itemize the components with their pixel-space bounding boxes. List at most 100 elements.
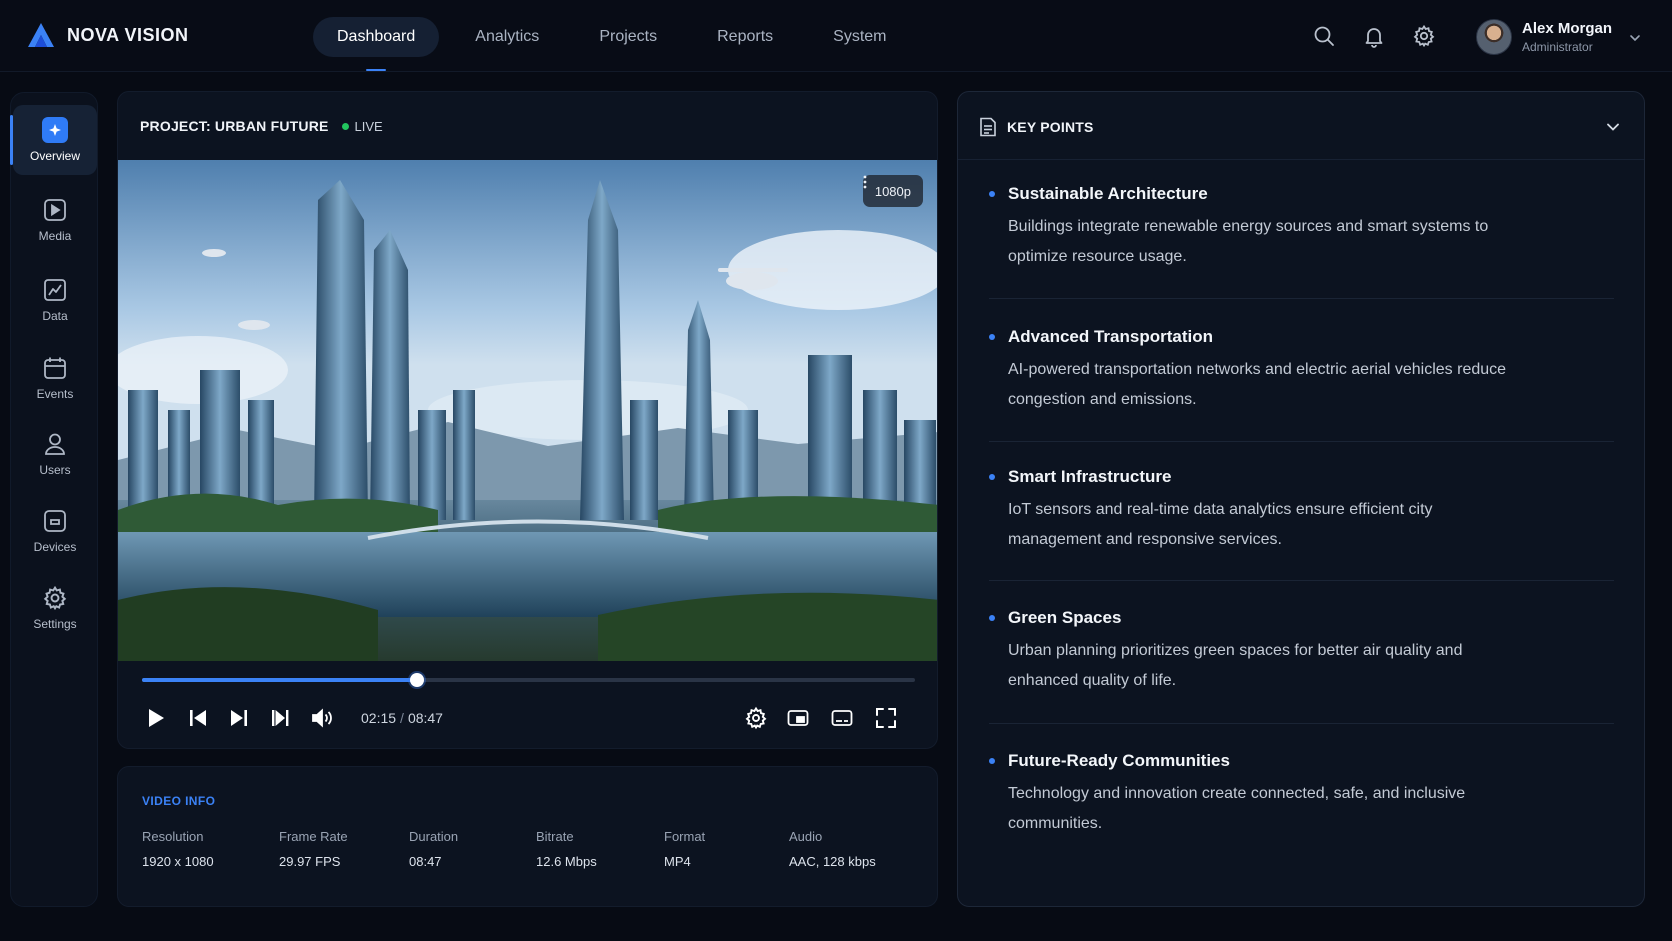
city-scene	[118, 160, 937, 661]
user-icon	[45, 433, 65, 455]
top-actions	[1312, 24, 1436, 48]
search-icon[interactable]	[1312, 24, 1336, 48]
divider	[989, 441, 1614, 442]
sidebar-item-users[interactable]: Users	[13, 419, 97, 489]
key-point-body: Urban planning prioritizes green spaces …	[1008, 642, 1463, 689]
bullet	[989, 474, 995, 480]
sidebar-item-overview[interactable]: Overview	[10, 105, 97, 175]
tab-analytics[interactable]: Analytics	[451, 17, 563, 57]
tab-reports[interactable]: Reports	[693, 17, 797, 57]
info-label: Audio	[789, 829, 823, 844]
info-label: Frame Rate	[279, 829, 348, 844]
seek-handle[interactable]	[410, 673, 425, 687]
seek-progress	[142, 678, 418, 682]
brand[interactable]: NOVA VISION	[27, 22, 189, 48]
info-value: AAC, 128 kbps	[789, 854, 876, 869]
gear-icon[interactable]	[1412, 24, 1436, 48]
total-time: 08:47	[407, 710, 443, 726]
video-player-panel: PROJECT: URBAN FUTURE LIVE 1080p 02:15 /…	[117, 91, 938, 749]
more-vertical-icon	[863, 175, 867, 189]
device-icon	[44, 510, 66, 532]
captions-icon[interactable]	[830, 706, 854, 730]
info-audio: Audio AAC, 128 kbps	[789, 829, 876, 869]
bullet	[989, 615, 995, 621]
key-point-heading: Advanced Transportation	[1008, 327, 1213, 346]
key-point-heading: Future-Ready Communities	[1008, 751, 1230, 770]
sidebar-item-devices[interactable]: Devices	[13, 496, 97, 566]
main-nav: Dashboard Analytics Projects Reports Sys…	[313, 17, 922, 57]
info-value: 29.97 FPS	[279, 854, 341, 869]
info-value: 08:47	[409, 854, 442, 869]
picture-in-picture-icon[interactable]	[786, 706, 810, 730]
bullet	[989, 334, 995, 340]
project-title: PROJECT: URBAN FUTURE	[140, 118, 329, 134]
info-label: Resolution	[142, 829, 204, 844]
bell-icon[interactable]	[1362, 24, 1386, 48]
chevron-down-icon[interactable]	[1604, 118, 1622, 136]
skip-end-icon[interactable]	[268, 706, 292, 730]
info-frame-rate: Frame Rate 29.97 FPS	[279, 829, 348, 869]
player-controls: 02:15/08:47	[144, 706, 914, 730]
document-icon	[980, 117, 996, 137]
sidebar-item-media[interactable]: Media	[13, 185, 97, 255]
info-label: Format	[664, 829, 706, 844]
key-point-heading: Green Spaces	[1008, 608, 1122, 627]
video-frame[interactable]: 1080p	[118, 160, 937, 661]
sidebar-item-label: Data	[42, 309, 68, 323]
data-icon	[44, 279, 66, 301]
chevron-down-icon[interactable]	[1628, 31, 1642, 45]
sidebar-item-label: Devices	[33, 540, 77, 554]
key-point: Sustainable Architecture Buildings integ…	[989, 184, 1619, 272]
divider	[989, 723, 1614, 724]
info-label: Duration	[409, 829, 459, 844]
user-name: Alex Morgan	[1522, 20, 1613, 37]
resolution-menu[interactable]: 1080p	[862, 175, 923, 207]
info-resolution: Resolution 1920 x 1080	[142, 829, 214, 869]
video-info-title: VIDEO INFO	[142, 794, 216, 808]
fullscreen-icon[interactable]	[874, 706, 898, 730]
sidebar-item-data[interactable]: Data	[13, 265, 97, 335]
key-points-header: KEY POINTS	[979, 117, 1094, 137]
key-point-heading: Sustainable Architecture	[1008, 184, 1208, 203]
tab-system[interactable]: System	[809, 17, 910, 57]
key-point: Future-Ready Communities Technology and …	[989, 751, 1619, 839]
key-point-heading: Smart Infrastructure	[1008, 467, 1172, 486]
key-points-title: KEY POINTS	[1007, 119, 1094, 135]
live-dot	[341, 122, 349, 130]
info-value: 1920 x 1080	[142, 854, 214, 869]
key-point-body: Buildings integrate renewable energy sou…	[1008, 218, 1489, 265]
divider	[989, 298, 1614, 299]
divider	[989, 580, 1614, 581]
key-point: Green Spaces Urban planning prioritizes …	[989, 608, 1619, 696]
top-bar: NOVA VISION Dashboard Analytics Projects…	[0, 0, 1672, 72]
sidebar-item-events[interactable]: Events	[13, 343, 97, 413]
key-point-body: IoT sensors and real-time data analytics…	[1008, 501, 1433, 548]
info-format: Format MP4	[664, 829, 705, 869]
user-menu[interactable]: Alex Morgan Administrator	[1476, 19, 1640, 55]
tab-dashboard[interactable]: Dashboard	[313, 17, 440, 57]
sidebar-item-label: Settings	[33, 617, 77, 631]
key-point: Advanced Transportation AI-powered trans…	[989, 327, 1619, 415]
sidebar-item-settings[interactable]: Settings	[13, 573, 97, 643]
settings-icon[interactable]	[744, 706, 768, 730]
live-status: LIVE	[341, 119, 383, 134]
key-point-body: Technology and innovation create connect…	[1008, 785, 1466, 832]
seek-bar[interactable]	[142, 673, 915, 687]
sidebar-item-label: Overview	[29, 149, 80, 163]
logo-icon	[28, 23, 54, 47]
key-point: Smart Infrastructure IoT sensors and rea…	[989, 467, 1619, 555]
time-separator: /	[400, 710, 404, 726]
previous-icon[interactable]	[186, 706, 210, 730]
time-display: 02:15/08:47	[361, 710, 443, 726]
video-info-panel: VIDEO INFO Resolution 1920 x 1080 Frame …	[117, 766, 938, 907]
info-label: Bitrate	[536, 829, 574, 844]
bullet	[989, 758, 995, 764]
current-time: 02:15	[361, 710, 397, 726]
volume-icon[interactable]	[310, 706, 334, 730]
tab-projects[interactable]: Projects	[575, 17, 681, 57]
play-icon[interactable]	[144, 706, 168, 730]
player-header: PROJECT: URBAN FUTURE LIVE	[140, 118, 383, 134]
info-bitrate: Bitrate 12.6 Mbps	[536, 829, 597, 869]
brand-name: NOVA VISION	[67, 24, 189, 45]
next-icon[interactable]	[227, 706, 251, 730]
